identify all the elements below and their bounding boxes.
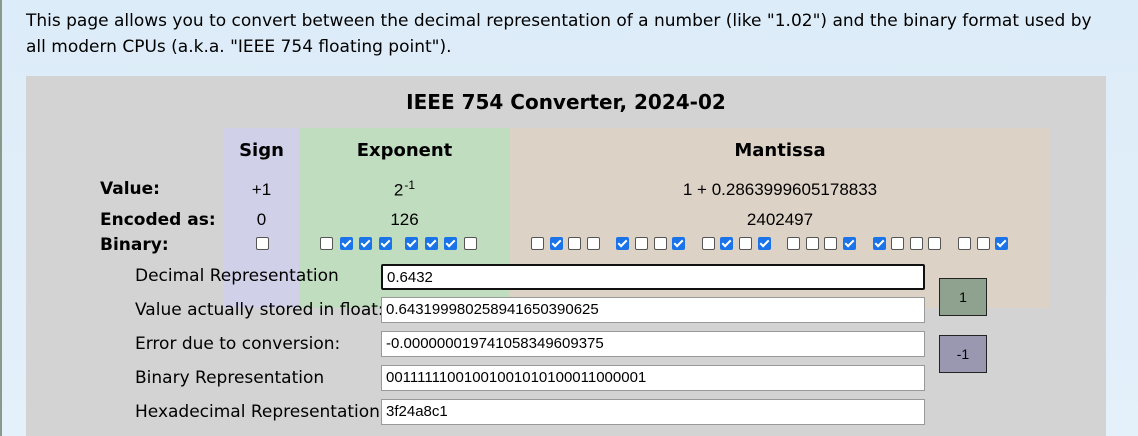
hex-input[interactable]: 3f24a8c1 <box>381 399 925 425</box>
bit-checkbox-3[interactable] <box>928 237 942 250</box>
bit-checkbox-30[interactable] <box>320 237 333 250</box>
encoded-row-label: Encoded as: <box>100 210 216 230</box>
converter-title: IEEE 754 Converter, 2024-02 <box>406 90 726 114</box>
sign-encoded: 0 <box>256 210 267 229</box>
bit-checkbox-19[interactable] <box>586 237 600 250</box>
bit-checkbox-22[interactable] <box>531 237 544 250</box>
bit-checkbox-14[interactable] <box>701 237 715 250</box>
mantissa-header: Mantissa <box>734 140 826 161</box>
stored-value-field[interactable]: 0.643199980258941650390625 <box>381 297 925 323</box>
bit-checkbox-28[interactable] <box>359 237 372 250</box>
bit-checkbox-16[interactable] <box>653 237 667 250</box>
exponent-base: 2 <box>393 180 404 200</box>
bit-checkbox-5[interactable] <box>891 237 905 250</box>
bit-checkbox-8[interactable] <box>824 237 838 250</box>
exponent-power: -1 <box>404 178 416 192</box>
bit-checkbox-31[interactable] <box>256 237 269 250</box>
bit-checkbox-13[interactable] <box>720 237 734 250</box>
bit-checkbox-21[interactable] <box>549 237 563 250</box>
intro-text: This page allows you to convert between … <box>26 11 1092 57</box>
bit-checkbox-18[interactable] <box>616 237 630 250</box>
binary-label: Binary Representation <box>135 368 325 388</box>
bit-checkbox-10[interactable] <box>787 237 801 250</box>
exponent-encoded: 126 <box>390 210 419 229</box>
bit-checkbox-20[interactable] <box>568 237 582 250</box>
bit-checkbox-24[interactable] <box>444 237 457 250</box>
bit-checkbox-23[interactable] <box>463 237 477 250</box>
stored-label: Value actually stored in float: <box>135 300 384 320</box>
binary-input[interactable]: 00111111001001001010100011000001 <box>381 365 925 391</box>
bit-checkbox-1[interactable] <box>976 237 990 250</box>
bit-checkbox-0[interactable] <box>995 237 1009 250</box>
bit-checkbox-25[interactable] <box>424 237 438 250</box>
bit-checkbox-12[interactable] <box>739 237 752 250</box>
bit-checkbox-4[interactable] <box>909 237 923 250</box>
plus-one-button[interactable]: 1 <box>939 278 987 316</box>
minus-one-button[interactable]: -1 <box>939 335 987 373</box>
value-row-label: Value: <box>100 179 160 199</box>
bit-checkbox-17[interactable] <box>635 237 648 250</box>
decimal-label: Decimal Representation <box>135 266 339 286</box>
decimal-input[interactable]: 0.6432 <box>381 264 925 290</box>
error-field[interactable]: -0.000000019741058349609375 <box>381 331 925 357</box>
bit-checkbox-7[interactable] <box>843 237 856 250</box>
bit-checkbox-9[interactable] <box>805 237 819 250</box>
hex-label: Hexadecimal Representation <box>135 402 380 422</box>
sign-value: +1 <box>251 180 272 199</box>
converter-panel: IEEE 754 Converter, 2024-02 Sign Exponen… <box>26 76 1106 436</box>
error-label: Error due to conversion: <box>135 334 341 354</box>
sign-header: Sign <box>239 140 284 161</box>
exponent-header: Exponent <box>356 140 453 161</box>
mantissa-encoded: 2402497 <box>746 210 814 229</box>
page-left-edge <box>0 0 2 436</box>
bit-checkbox-29[interactable] <box>339 237 353 250</box>
binary-row-label: Binary: <box>100 235 169 255</box>
bit-checkbox-2[interactable] <box>958 237 971 250</box>
exponent-value: 2-1 <box>299 178 510 201</box>
bit-checkbox-27[interactable] <box>378 237 392 250</box>
bit-checkbox-6[interactable] <box>872 237 886 250</box>
mantissa-value: 1 + 0.2863999605178833 <box>682 180 878 199</box>
bit-checkbox-15[interactable] <box>672 237 686 250</box>
bit-checkbox-11[interactable] <box>757 237 771 250</box>
bit-checkbox-26[interactable] <box>405 237 418 250</box>
